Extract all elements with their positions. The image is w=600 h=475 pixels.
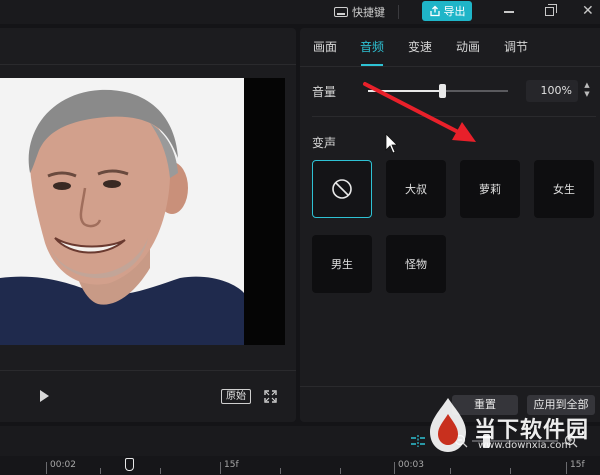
- ruler-tick: [340, 468, 341, 474]
- tab-audio[interactable]: 音频: [360, 28, 384, 66]
- timeline-ruler[interactable]: 00:02 15f 00:03 15f: [0, 456, 600, 475]
- tab-speed[interactable]: 变速: [408, 28, 432, 66]
- export-icon: [429, 5, 440, 17]
- voice-option-female[interactable]: 女生: [534, 160, 594, 218]
- ruler-tick: [100, 468, 101, 474]
- player-header-divider: [0, 64, 296, 65]
- voice-option-none[interactable]: [312, 160, 372, 218]
- voice-change-label: 变声: [312, 136, 337, 150]
- ruler-tick: [280, 468, 281, 474]
- tabs-divider: [300, 66, 600, 67]
- ruler-tick: [566, 462, 567, 474]
- shortcut-button[interactable]: 快捷键: [328, 2, 392, 21]
- ruler-tick: [220, 462, 221, 474]
- title-bar: 快捷键 导出 ✕: [0, 0, 600, 24]
- chevron-down-icon[interactable]: ▼: [581, 90, 593, 99]
- volume-input[interactable]: 100%: [526, 80, 578, 102]
- voice-option-loli[interactable]: 萝莉: [460, 160, 520, 218]
- ruler-tick: [394, 462, 395, 474]
- tab-picture[interactable]: 画面: [313, 28, 337, 66]
- ruler-tick: [450, 468, 451, 474]
- play-icon[interactable]: [40, 390, 49, 402]
- volume-slider-fill: [368, 90, 443, 92]
- export-label: 导出: [443, 5, 466, 18]
- export-button[interactable]: 导出: [422, 1, 472, 21]
- watermark-url: www.downxia.com: [478, 440, 572, 451]
- panel-tabs: 画面 音频 变速 动画 调节: [300, 28, 600, 66]
- ruler-label: 00:03: [398, 460, 424, 470]
- ruler-label: 00:02: [50, 460, 76, 470]
- ruler-tick: [46, 462, 47, 474]
- tab-adjust[interactable]: 调节: [504, 28, 528, 66]
- properties-panel: 画面 音频 变速 动画 调节 音量 100% ▲ ▼ 变声 大叔 萝莉 女生 男…: [300, 28, 600, 422]
- video-preview-frame: [0, 78, 244, 345]
- ruler-tick: [510, 468, 511, 474]
- section-divider: [312, 116, 596, 117]
- none-icon: [332, 179, 352, 199]
- panel-footer-divider: [300, 386, 600, 387]
- chevron-up-icon[interactable]: ▲: [581, 81, 593, 90]
- original-ratio-button[interactable]: 原始: [221, 389, 251, 404]
- ruler-label: 15f: [570, 460, 585, 470]
- ruler-tick: [160, 468, 161, 474]
- tab-animation[interactable]: 动画: [456, 28, 480, 66]
- close-icon[interactable]: ✕: [582, 4, 596, 18]
- maximize-icon[interactable]: [544, 4, 558, 18]
- link-icon[interactable]: [410, 434, 426, 448]
- minimize-icon[interactable]: [502, 4, 516, 18]
- ruler-label: 15f: [224, 460, 239, 470]
- volume-slider[interactable]: [368, 84, 508, 98]
- player-footer-divider: [0, 370, 296, 371]
- video-player: 原始: [0, 28, 296, 422]
- person-portrait-image: [0, 78, 244, 345]
- volume-label: 音量: [312, 85, 337, 99]
- voice-option-monster[interactable]: 怪物: [386, 235, 446, 293]
- shortcut-label: 快捷键: [352, 5, 385, 19]
- voice-option-male[interactable]: 男生: [312, 235, 372, 293]
- toolbar-divider: [398, 5, 399, 19]
- keyboard-icon: [334, 6, 348, 17]
- playhead[interactable]: [125, 458, 134, 471]
- volume-stepper[interactable]: ▲ ▼: [581, 81, 593, 101]
- voice-option-uncle[interactable]: 大叔: [386, 160, 446, 218]
- volume-slider-thumb[interactable]: [439, 84, 447, 98]
- watermark-logo: [430, 398, 466, 452]
- fullscreen-icon[interactable]: [264, 390, 277, 403]
